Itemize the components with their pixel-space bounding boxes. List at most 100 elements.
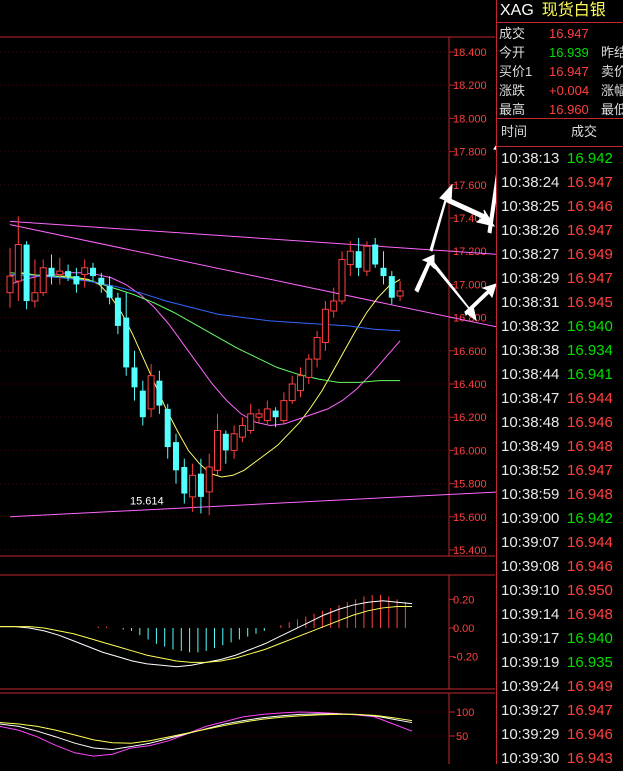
- candle-body: [338, 259, 346, 302]
- candle: [90, 262, 96, 282]
- candle: [313, 330, 321, 368]
- trade-row: 10:39:30 16.943: [497, 747, 623, 771]
- trade-time: 10:39:17: [501, 630, 560, 647]
- candle-body: [197, 473, 204, 497]
- trade-time: 10:38:26: [501, 222, 560, 239]
- symbol-header: XAG 现货白银: [497, 0, 623, 23]
- quote-row: 成交 16.947: [497, 24, 623, 43]
- candle-body: [14, 244, 22, 282]
- trade-time: 10:38:52: [501, 462, 560, 479]
- trade-time: 10:39:00: [501, 510, 560, 527]
- candle: [305, 354, 313, 384]
- y-tick-label: 16.600: [453, 346, 487, 358]
- y-tick-label: 17.000: [453, 279, 487, 291]
- candle: [39, 259, 47, 297]
- candle-body: [214, 429, 221, 471]
- candle: [31, 259, 39, 308]
- candle: [363, 241, 371, 277]
- trade-price: 16.945: [567, 294, 613, 311]
- quote-row: 涨跌 +0.004 涨幅: [497, 81, 623, 100]
- trade-price: 16.949: [567, 678, 613, 695]
- candle: [355, 237, 362, 277]
- candle-body: [6, 275, 14, 294]
- candle: [214, 413, 221, 476]
- candle-body: [147, 375, 155, 410]
- y-tick-label: 16.000: [453, 445, 487, 457]
- candle-body: [396, 290, 404, 297]
- trade-row: 10:39:27 16.947: [497, 699, 623, 723]
- candle: [23, 241, 30, 310]
- y-tick-label: 15.800: [453, 479, 487, 491]
- candle-body: [39, 267, 47, 294]
- quote-value: +0.004: [549, 83, 590, 98]
- trade-header-time: 时间: [501, 124, 528, 139]
- candle-body: [123, 317, 130, 368]
- trade-time: 10:39:07: [501, 534, 560, 551]
- trade-time: 10:39:27: [501, 702, 560, 719]
- trade-time: 10:39:10: [501, 582, 560, 599]
- candle-body: [73, 276, 80, 285]
- trade-time: 10:38:59: [501, 486, 560, 503]
- candle-body: [388, 276, 395, 298]
- quote-label-2: 昨结: [601, 45, 623, 60]
- candle: [346, 241, 354, 277]
- trade-price: 16.946: [567, 198, 613, 215]
- kdj-panel: 100 50: [0, 692, 495, 764]
- trade-row: 10:38:31 16.945: [497, 291, 623, 315]
- candle-body: [222, 433, 229, 451]
- trade-price: 16.941: [567, 366, 613, 383]
- candle: [81, 259, 89, 288]
- chart-area: 18.40018.20018.00017.80017.60017.40017.2…: [0, 36, 496, 764]
- candle: [388, 271, 395, 305]
- kdj-lines: [0, 711, 413, 757]
- trade-time: 10:38:29: [501, 270, 560, 287]
- kdj-y-ticks: 100 50: [0, 707, 474, 743]
- candle: [114, 292, 121, 335]
- trade-time: 10:39:29: [501, 726, 560, 743]
- quote-row: 今开 16.939 昨结: [497, 43, 623, 62]
- trade-row: 10:38:13 16.942: [497, 147, 623, 171]
- candle-body: [313, 337, 321, 360]
- symbol-name: 现货白银: [541, 2, 606, 19]
- trade-row: 10:38:48 16.946: [497, 411, 623, 435]
- quote-label-2: 涨幅: [601, 83, 623, 98]
- candle: [321, 301, 329, 351]
- quote-label: 成交: [499, 26, 526, 41]
- trendline: [9, 491, 496, 518]
- macd-y-tick-label: -0.20: [453, 652, 478, 664]
- candle-body: [247, 413, 255, 431]
- quote-row: 买价1 16.947 卖价: [497, 62, 623, 81]
- trade-row: 10:38:49 16.948: [497, 435, 623, 459]
- candle: [181, 458, 188, 504]
- trade-row: 10:39:08 16.946: [497, 555, 623, 579]
- trade-price: 16.947: [567, 222, 613, 239]
- y-tick-label: 17.600: [453, 180, 487, 192]
- trade-row: 10:38:38 16.934: [497, 339, 623, 363]
- quote-label-2: 最低: [601, 102, 623, 117]
- trade-time: 10:38:13: [501, 150, 560, 167]
- trade-price: 16.943: [567, 750, 613, 767]
- candle-body: [106, 286, 113, 298]
- trade-time: 10:38:25: [501, 198, 560, 215]
- candle-body: [330, 300, 338, 312]
- main-panel: 18.40018.20018.00017.80017.60017.40017.2…: [0, 36, 496, 557]
- trade-time: 10:38:47: [501, 390, 560, 407]
- trade-price: 16.942: [567, 510, 613, 527]
- candle: [297, 367, 304, 398]
- y-tick-label: 17.800: [453, 147, 487, 159]
- trade-price: 16.946: [567, 414, 613, 431]
- trade-row: 10:39:24 16.949: [497, 675, 623, 699]
- candle-body: [205, 466, 213, 493]
- trade-time: 10:38:44: [501, 366, 560, 383]
- candle-body: [131, 367, 138, 388]
- candle-body: [272, 410, 279, 418]
- candle-body: [181, 467, 188, 494]
- trade-row: 10:39:17 16.940: [497, 627, 623, 651]
- candle: [156, 370, 163, 414]
- candle-body: [189, 474, 197, 498]
- trade-list[interactable]: 10:38:13 16.942 10:38:24 16.947 10:38:25 16.9…: [497, 147, 623, 771]
- y-tick-label: 15.400: [453, 545, 487, 557]
- candle: [263, 400, 271, 426]
- trade-price: 16.950: [567, 582, 613, 599]
- candle-body: [164, 408, 171, 448]
